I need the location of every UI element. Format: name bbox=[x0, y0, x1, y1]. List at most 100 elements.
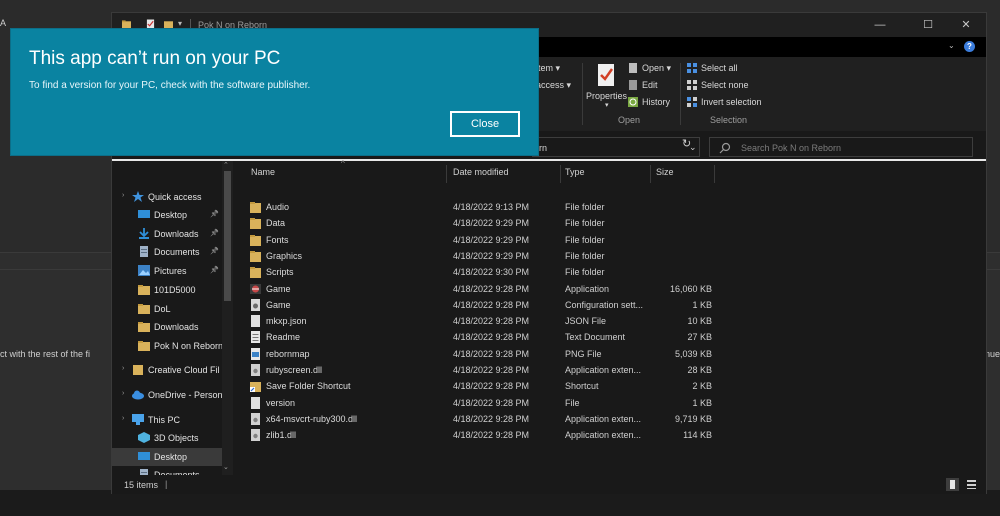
scrollbar-thumb[interactable] bbox=[224, 171, 231, 301]
nav-item[interactable]: OneDrive - Person › bbox=[112, 386, 223, 404]
nav-item[interactable]: Downloads 📌 bbox=[112, 225, 222, 243]
scroll-down-icon[interactable]: ⌄ bbox=[223, 463, 229, 471]
file-row[interactable]: Game 4/18/2022 9:28 PM Application 16,060 K… bbox=[238, 281, 712, 297]
nav-item[interactable]: 101D5000 bbox=[112, 281, 222, 299]
edit-button[interactable]: Edit bbox=[642, 80, 658, 90]
file-row[interactable]: version 4/18/2022 9:28 PM File 1 KB bbox=[238, 395, 712, 411]
scroll-up-icon[interactable]: ⌃ bbox=[223, 161, 229, 169]
file-size: 28 KB bbox=[687, 365, 712, 375]
nav-scrollbar[interactable]: ⌃ ⌄ bbox=[222, 161, 233, 475]
expand-chevron-icon[interactable]: › bbox=[122, 415, 124, 422]
nav-item-label: Pictures bbox=[154, 266, 187, 277]
file-row[interactable]: Graphics 4/18/2022 9:29 PM File folder bbox=[238, 248, 708, 264]
column-header-date[interactable]: Date modified bbox=[453, 167, 509, 177]
nav-item[interactable]: Pok N on Reborn bbox=[112, 337, 223, 355]
file-icon bbox=[250, 396, 261, 409]
background-text: A bbox=[0, 18, 7, 28]
file-row[interactable]: Data 4/18/2022 9:29 PM File folder bbox=[238, 215, 708, 231]
properties-icon[interactable] bbox=[146, 19, 155, 29]
nav-item[interactable]: Documents 📌 bbox=[112, 243, 222, 261]
nav-item[interactable]: Quick access › bbox=[112, 188, 222, 206]
folder-icon bbox=[250, 266, 261, 279]
select-all-icon bbox=[687, 63, 697, 73]
file-name: Game bbox=[266, 299, 291, 310]
nav-item[interactable]: Desktop 📌 bbox=[112, 206, 222, 224]
select-none-icon bbox=[687, 80, 697, 90]
column-separator[interactable] bbox=[714, 165, 715, 183]
close-icon[interactable]: ✕ bbox=[958, 17, 974, 33]
file-row[interactable]: zlib1.dll 4/18/2022 9:28 PM Application ex… bbox=[238, 427, 712, 443]
open-button[interactable]: Open ▾ bbox=[642, 63, 671, 74]
large-icons-view-icon[interactable] bbox=[965, 478, 978, 491]
properties-button[interactable]: Properties ▾ bbox=[586, 61, 632, 111]
dll-icon bbox=[250, 412, 261, 425]
nav-item[interactable]: DoL bbox=[112, 300, 222, 318]
file-row[interactable]: Fonts 4/18/2022 9:29 PM File folder bbox=[238, 232, 708, 248]
file-date: 4/18/2022 9:28 PM bbox=[453, 316, 530, 327]
column-separator[interactable] bbox=[560, 165, 561, 183]
file-date: 4/18/2022 9:29 PM bbox=[453, 218, 530, 229]
ribbon-item-button[interactable]: item ▾ bbox=[536, 63, 560, 74]
details-view-icon[interactable] bbox=[946, 478, 959, 491]
column-header-size[interactable]: Size bbox=[656, 167, 674, 177]
pictures-icon bbox=[138, 265, 150, 277]
expand-chevron-icon[interactable]: › bbox=[122, 390, 124, 397]
file-row[interactable]: Save Folder Shortcut 4/18/2022 9:28 PM Sho… bbox=[238, 378, 712, 394]
file-row[interactable]: Scripts 4/18/2022 9:30 PM File folder bbox=[238, 264, 708, 280]
nav-item-label: OneDrive - Person bbox=[148, 390, 223, 400]
file-date: 4/18/2022 9:28 PM bbox=[453, 413, 530, 424]
edit-icon bbox=[629, 80, 637, 90]
nav-item[interactable]: Desktop bbox=[112, 447, 222, 466]
file-row[interactable]: rebornmap 4/18/2022 9:28 PM PNG File 5,039 … bbox=[238, 346, 712, 362]
chevron-down-icon[interactable]: ▾ bbox=[178, 19, 182, 28]
nav-item-label: Documents bbox=[154, 247, 200, 258]
column-separator[interactable] bbox=[446, 165, 447, 183]
minimize-icon[interactable]: — bbox=[872, 17, 888, 33]
file-size: 1 KB bbox=[692, 397, 712, 408]
properties-icon bbox=[598, 64, 614, 86]
pin-icon: 📌 bbox=[210, 211, 219, 218]
close-button[interactable]: Close bbox=[450, 111, 520, 137]
file-size: 16,060 KB bbox=[669, 283, 712, 294]
file-name: Data bbox=[266, 218, 286, 229]
file-row[interactable]: Game 4/18/2022 9:28 PM Configuration sett.… bbox=[238, 297, 712, 313]
ribbon-access-button[interactable]: access ▾ bbox=[536, 80, 571, 91]
chevron-down-icon[interactable]: ⌄ bbox=[948, 41, 955, 50]
file-date: 4/18/2022 9:13 PM bbox=[453, 202, 530, 212]
address-bar[interactable]: rn ⌄ bbox=[532, 137, 700, 157]
history-button[interactable]: History bbox=[642, 97, 670, 107]
invert-selection-button[interactable]: Invert selection bbox=[701, 97, 762, 107]
nav-item[interactable]: Creative Cloud Fil › bbox=[112, 361, 222, 379]
column-header-name[interactable]: Name bbox=[251, 167, 275, 177]
nav-item[interactable]: Pictures 📌 bbox=[112, 262, 222, 280]
new-folder-icon[interactable] bbox=[164, 19, 173, 29]
file-size: 9,719 KB bbox=[674, 413, 712, 424]
file-row[interactable]: rubyscreen.dll 4/18/2022 9:28 PM Applicati… bbox=[238, 362, 712, 378]
maximize-icon[interactable]: ☐ bbox=[920, 17, 936, 33]
pin-icon: 📌 bbox=[210, 229, 219, 237]
refresh-icon[interactable]: ↻ bbox=[682, 137, 691, 150]
file-type: File folder bbox=[565, 218, 605, 229]
open-icon bbox=[629, 63, 637, 73]
file-date: 4/18/2022 9:30 PM bbox=[453, 267, 530, 278]
file-row[interactable]: x64-msvcrt-ruby300.dll 4/18/2022 9:28 PM A… bbox=[238, 411, 712, 427]
column-header-type[interactable]: Type bbox=[565, 167, 585, 177]
nav-item[interactable]: This PC › bbox=[112, 411, 222, 429]
file-row[interactable]: Audio 4/18/2022 9:13 PM File folder bbox=[238, 199, 708, 215]
file-row[interactable]: mkxp.json 4/18/2022 9:28 PM JSON File 10 KB bbox=[238, 313, 712, 329]
nav-item[interactable]: 3D Objects bbox=[112, 429, 222, 447]
file-date: 4/18/2022 9:28 PM bbox=[453, 299, 530, 310]
nav-item[interactable]: Downloads bbox=[112, 318, 222, 336]
file-type: File folder bbox=[565, 267, 605, 278]
nav-item-label: This PC bbox=[148, 415, 181, 425]
column-separator[interactable] bbox=[650, 165, 651, 183]
select-none-button[interactable]: Select none bbox=[701, 80, 749, 90]
help-icon[interactable]: ? bbox=[964, 41, 975, 52]
search-input[interactable]: Search Pok N on Reborn bbox=[741, 143, 841, 153]
nav-item-label: Downloads bbox=[154, 228, 199, 239]
expand-chevron-icon[interactable]: › bbox=[122, 192, 124, 199]
file-row[interactable]: Readme 4/18/2022 9:28 PM Text Document 27 K… bbox=[238, 329, 712, 345]
select-all-button[interactable]: Select all bbox=[701, 63, 738, 73]
expand-chevron-icon[interactable]: › bbox=[122, 365, 124, 372]
search-box[interactable]: Search Pok N on Reborn bbox=[709, 137, 973, 157]
